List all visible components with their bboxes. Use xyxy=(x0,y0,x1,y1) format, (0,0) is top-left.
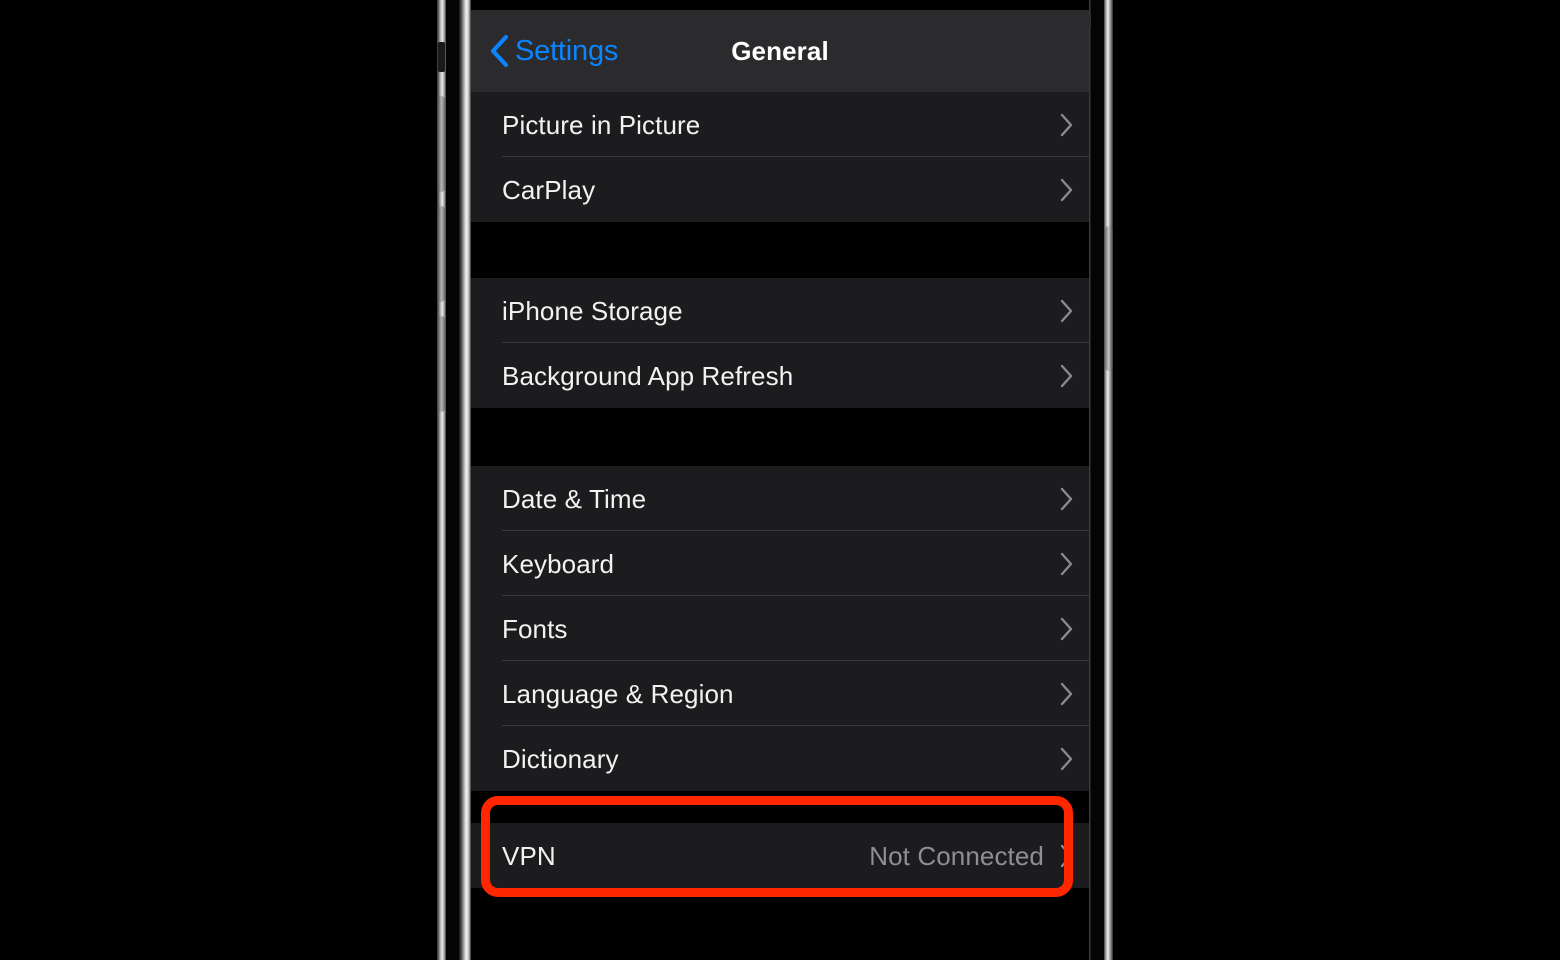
settings-row-label: CarPlay xyxy=(502,174,596,205)
settings-row-label: Date & Time xyxy=(502,483,647,514)
volume-up-button[interactable] xyxy=(437,96,445,192)
settings-row[interactable]: iPhone Storage xyxy=(471,278,1089,343)
group-gap xyxy=(471,408,1089,466)
settings-row-label: iPhone Storage xyxy=(502,295,683,326)
chevron-right-icon xyxy=(1060,617,1073,640)
back-button[interactable]: Settings xyxy=(471,34,618,68)
chevron-right-icon xyxy=(1060,487,1073,510)
settings-row-label: Picture in Picture xyxy=(502,109,701,140)
right-frame-gap xyxy=(1091,0,1104,960)
chevron-right-icon xyxy=(1060,552,1073,575)
chevron-right-icon xyxy=(1060,113,1073,136)
screen-top-strip xyxy=(471,0,1089,10)
settings-row-label: Keyboard xyxy=(502,548,615,579)
settings-row-label: VPN xyxy=(502,840,556,871)
left-inner-band xyxy=(459,0,471,960)
chevron-left-icon xyxy=(490,34,509,68)
chevron-right-icon xyxy=(1060,682,1073,705)
settings-group: Date & Time Keyboard Fonts Language & Regio… xyxy=(471,466,1089,791)
screenshot-canvas: Settings General Picture in Picture CarPl… xyxy=(0,0,1560,960)
settings-row-label: Background App Refresh xyxy=(502,360,794,391)
mute-switch-button[interactable] xyxy=(438,42,445,72)
settings-row[interactable]: Picture in Picture xyxy=(471,92,1089,157)
settings-group: VPN Not Connected xyxy=(471,823,1089,888)
volume-extra-button[interactable] xyxy=(437,316,445,412)
navigation-bar: Settings General xyxy=(471,10,1089,92)
settings-group: Picture in Picture CarPlay xyxy=(471,92,1089,222)
chevron-right-icon xyxy=(1060,299,1073,322)
settings-row[interactable]: Background App Refresh xyxy=(471,343,1089,408)
right-metal-band xyxy=(1104,0,1113,960)
group-gap xyxy=(471,791,1089,823)
settings-row[interactable]: Keyboard xyxy=(471,531,1089,596)
settings-list: Picture in Picture CarPlay iPhone Storage B… xyxy=(471,92,1089,888)
settings-row[interactable]: Dictionary xyxy=(471,726,1089,791)
group-gap xyxy=(471,222,1089,278)
phone-screen: Settings General Picture in Picture CarPl… xyxy=(471,0,1089,960)
settings-row-value: Not Connected xyxy=(869,840,1044,871)
power-button[interactable] xyxy=(1105,226,1113,371)
settings-row[interactable]: Fonts xyxy=(471,596,1089,661)
settings-row[interactable]: Language & Region xyxy=(471,661,1089,726)
settings-row[interactable]: CarPlay xyxy=(471,157,1089,222)
settings-group: iPhone Storage Background App Refresh xyxy=(471,278,1089,408)
volume-down-button[interactable] xyxy=(437,206,445,302)
back-button-label: Settings xyxy=(515,34,619,67)
settings-row[interactable]: Date & Time xyxy=(471,466,1089,531)
chevron-right-icon xyxy=(1060,364,1073,387)
settings-row[interactable]: VPN Not Connected xyxy=(471,823,1089,888)
settings-row-label: Language & Region xyxy=(502,678,734,709)
settings-row-label: Dictionary xyxy=(502,743,619,774)
chevron-right-icon xyxy=(1060,844,1073,867)
chevron-right-icon xyxy=(1060,747,1073,770)
left-frame-gap xyxy=(446,0,459,960)
chevron-right-icon xyxy=(1060,178,1073,201)
settings-row-label: Fonts xyxy=(502,613,568,644)
